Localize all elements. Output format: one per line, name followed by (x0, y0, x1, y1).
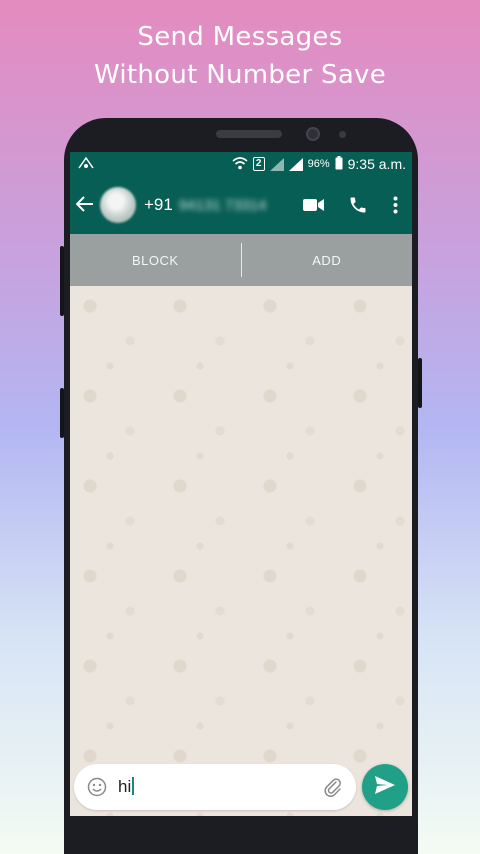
status-clock: 9:35 a.m. (347, 156, 406, 172)
earpiece-speaker (216, 130, 282, 138)
power-button (418, 358, 422, 408)
promo-headline: Send Messages Without Number Save (0, 18, 480, 94)
bixby-button (60, 388, 64, 438)
chat-background (70, 286, 412, 816)
sim-slot-badge: 2 (252, 157, 265, 171)
arrow-back-icon[interactable] (75, 192, 98, 218)
phone-screen: 2 96% 9:35 a.m. +91 94131 73314 BLOCK AD… (70, 152, 412, 816)
app-notification-icon (78, 156, 94, 172)
country-code: +91 (144, 195, 173, 214)
phone-frame: 2 96% 9:35 a.m. +91 94131 73314 BLOCK AD… (60, 118, 422, 854)
attach-icon[interactable] (322, 777, 344, 797)
video-call-icon[interactable] (298, 198, 330, 212)
battery-percent: 96% (307, 158, 330, 170)
promo-line-1: Send Messages (137, 22, 343, 52)
battery-icon (335, 156, 343, 172)
message-composer[interactable]: hi (74, 764, 356, 810)
unknown-contact-actions: BLOCK ADD (70, 234, 412, 286)
front-camera (306, 127, 320, 141)
more-vert-icon[interactable] (388, 196, 402, 214)
signal-strength-icon-1 (269, 157, 284, 171)
add-contact-button[interactable]: ADD (242, 253, 413, 268)
wifi-icon (232, 156, 248, 172)
contact-number-blurred: 94131 73314 (178, 196, 267, 214)
contact-title[interactable]: +91 94131 73314 (144, 195, 286, 215)
send-icon (374, 775, 396, 800)
volume-button (60, 246, 64, 316)
promo-line-2: Without Number Save (93, 60, 387, 90)
signal-strength-icon-2 (288, 157, 303, 171)
emoji-icon[interactable] (86, 776, 108, 798)
chat-app-bar: +91 94131 73314 (70, 176, 412, 234)
send-button[interactable] (362, 764, 408, 810)
phone-call-icon[interactable] (342, 195, 374, 215)
status-bar: 2 96% 9:35 a.m. (70, 152, 412, 176)
contact-avatar[interactable] (100, 187, 136, 223)
proximity-sensor (339, 131, 346, 138)
block-button[interactable]: BLOCK (70, 253, 241, 268)
message-input[interactable]: hi (118, 777, 322, 797)
